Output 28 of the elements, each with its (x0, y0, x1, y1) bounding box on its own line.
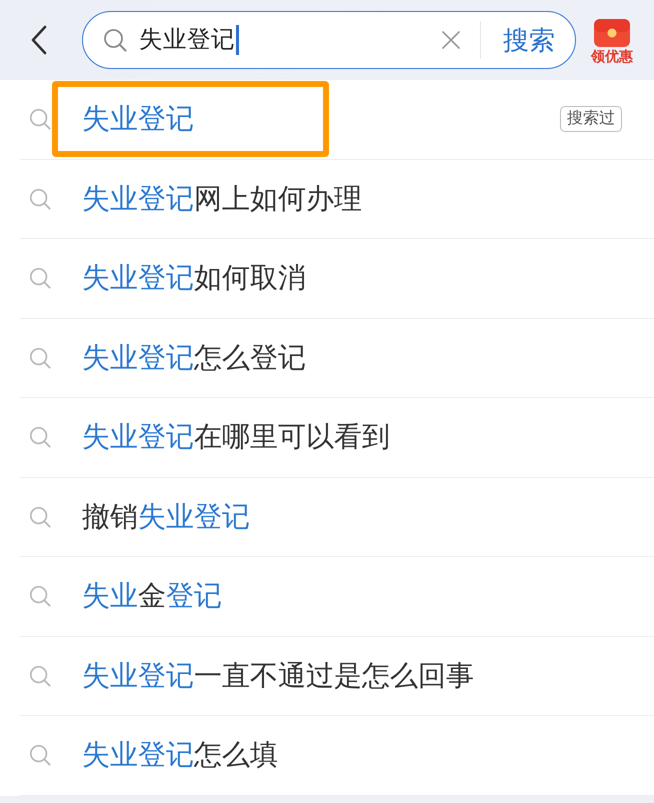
text-cursor-icon (236, 25, 239, 55)
suggestion-text[interactable]: 失业登记在哪里可以看到 (82, 423, 390, 452)
suggestion-text[interactable]: 失业登记如何取消 (82, 264, 306, 292)
suggestion-text[interactable]: 失业登记 (82, 105, 194, 134)
search-icon (29, 744, 51, 766)
suggestion-text[interactable]: 失业登记怎么登记 (82, 344, 306, 372)
clear-button[interactable] (442, 31, 460, 49)
searched-badge: 搜索过 (560, 106, 622, 132)
suggestion-text[interactable]: 失业金登记 (82, 582, 222, 610)
search-icon (29, 585, 51, 608)
suggestion-text[interactable]: 失业登记一直不通过是怎么回事 (82, 662, 474, 690)
coupon-button[interactable]: 领优惠 (588, 18, 636, 62)
suggestion-text[interactable]: 撤销失业登记 (82, 502, 250, 531)
search-icon (29, 346, 51, 369)
suggestion-text[interactable]: 失业登记网上如何办理 (82, 184, 362, 213)
search-icon (29, 108, 51, 130)
search-icon (29, 506, 51, 528)
search-button[interactable]: 搜索 (503, 27, 555, 53)
clear-icon (442, 31, 460, 49)
search-input[interactable]: 失业登记 (139, 28, 235, 52)
gift-box-icon (593, 18, 631, 48)
search-icon (29, 426, 51, 448)
back-chevron-icon (30, 25, 48, 55)
search-icon (29, 188, 51, 210)
search-icon (103, 28, 127, 52)
suggestion-text[interactable]: 失业登记怎么填 (82, 741, 278, 770)
search-icon (29, 267, 51, 290)
search-icon (29, 664, 51, 687)
